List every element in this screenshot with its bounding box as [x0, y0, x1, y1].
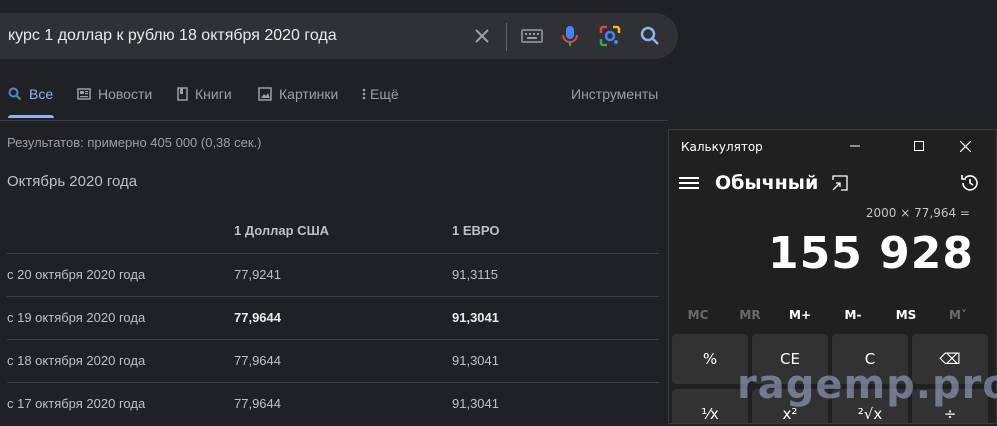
close-window-button[interactable] — [949, 135, 981, 157]
row-eur: 91,3041 — [452, 353, 499, 368]
calculator-title: Калькулятор — [681, 140, 763, 154]
row-date: с 19 октября 2020 года — [7, 310, 146, 325]
calculator-display: 155 928 — [767, 228, 974, 279]
search-input[interactable]: курс 1 доллар к рублю 18 октября 2020 го… — [8, 27, 337, 45]
row-usd: 77,9644 — [234, 353, 281, 368]
book-icon — [177, 87, 188, 101]
search-bar: курс 1 доллар к рублю 18 октября 2020 го… — [0, 13, 678, 59]
tab-all-label: Все — [29, 86, 54, 102]
close-icon[interactable] — [470, 24, 494, 48]
active-tab-indicator — [8, 115, 54, 118]
mic-icon[interactable] — [558, 24, 582, 48]
row-eur: 91,3115 — [452, 267, 499, 282]
minimize-button[interactable] — [839, 135, 871, 157]
tools-label: Инструменты — [571, 86, 659, 102]
calculator-expression: 2000 × 77,964 = — [865, 206, 970, 220]
tools-button[interactable]: Инструменты — [571, 86, 658, 102]
row-date: с 17 октября 2020 года — [7, 396, 146, 411]
table-row: с 17 октября 2020 года 77,9644 91,3041 — [7, 382, 659, 426]
tab-images[interactable]: Картинки — [258, 86, 338, 102]
keyboard-icon[interactable] — [520, 24, 544, 48]
tab-news[interactable]: Новости — [77, 86, 152, 102]
tab-books-label: Книги — [195, 86, 232, 102]
memory-list-button[interactable]: M˅ — [932, 308, 984, 322]
search-tabs: Все Новости Книги Картинки Ещё Инструмен… — [0, 86, 670, 118]
tab-news-label: Новости — [98, 86, 153, 102]
search-icon[interactable] — [638, 24, 662, 48]
keep-on-top-icon[interactable] — [831, 174, 849, 192]
search-divider — [506, 23, 507, 51]
row-date: с 20 октября 2020 года — [7, 267, 146, 282]
table-row: с 19 октября 2020 года 77,9644 91,3041 — [7, 296, 659, 340]
row-eur: 91,3041 — [452, 396, 499, 411]
row-usd: 77,9644 — [234, 396, 281, 411]
tab-books[interactable]: Книги — [177, 86, 232, 102]
tab-more-label: Ещё — [370, 86, 399, 102]
history-icon[interactable] — [959, 172, 981, 194]
menu-icon[interactable] — [679, 174, 699, 192]
memory-recall-button[interactable]: MR — [724, 308, 776, 322]
calculator-mode: Обычный — [715, 172, 819, 194]
google-icon — [8, 87, 22, 101]
table-row: с 20 октября 2020 года 77,9241 91,3115 — [7, 253, 659, 297]
tabs-divider — [0, 120, 668, 121]
news-icon — [77, 88, 91, 100]
result-stats: Результатов: примерно 405 000 (0,38 сек.… — [7, 135, 262, 150]
memory-clear-button[interactable]: MC — [672, 308, 724, 322]
memory-subtract-button[interactable]: M- — [827, 308, 879, 322]
tab-more[interactable]: Ещё — [362, 86, 399, 102]
row-usd: 77,9241 — [234, 267, 281, 282]
row-eur: 91,3041 — [452, 310, 499, 325]
watermark: ragemp.pro — [737, 362, 997, 408]
row-date: с 18 октября 2020 года — [7, 353, 146, 368]
memory-row: MC MR M+ M- MS M˅ — [669, 308, 996, 328]
section-title: Октябрь 2020 года — [7, 173, 138, 190]
maximize-button[interactable] — [903, 135, 935, 157]
more-vert-icon — [362, 88, 366, 100]
tab-images-label: Картинки — [279, 86, 339, 102]
memory-store-button[interactable]: MS — [880, 308, 932, 322]
column-header-usd: 1 Доллар США — [234, 223, 330, 238]
table-row: с 18 октября 2020 года 77,9644 91,3041 — [7, 339, 659, 383]
column-header-eur: 1 ЕВРО — [452, 223, 500, 238]
memory-add-button[interactable]: M+ — [774, 308, 826, 322]
lens-icon[interactable] — [598, 24, 622, 48]
image-icon — [258, 87, 272, 101]
row-usd: 77,9644 — [234, 310, 281, 325]
tab-all[interactable]: Все — [8, 86, 53, 102]
